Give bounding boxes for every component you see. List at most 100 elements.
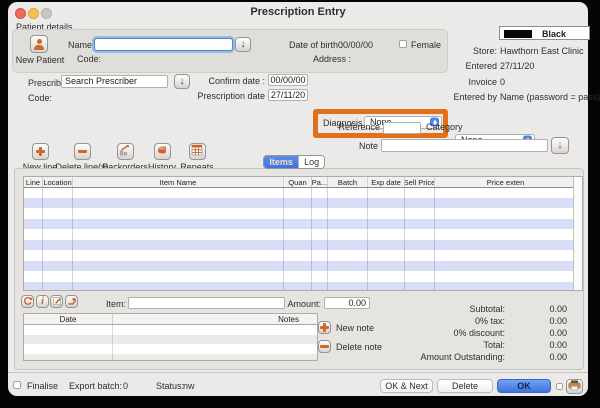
table-cell	[368, 250, 405, 261]
col-header-item-name[interactable]: Item Name	[73, 177, 284, 187]
reference-label: Reference	[308, 122, 380, 132]
down-arrow-icon: ↓	[241, 40, 246, 50]
note-row[interactable]	[24, 325, 317, 335]
prescriber-input[interactable]: Search Prescriber	[61, 75, 168, 88]
discount-value: 0.00	[507, 328, 567, 338]
table-row[interactable]	[24, 229, 574, 240]
table-row[interactable]	[24, 240, 574, 251]
finalise-label: Finalise	[27, 381, 58, 391]
table-cell	[368, 208, 405, 219]
table-row[interactable]	[24, 198, 574, 209]
note-download-button[interactable]: ↓	[551, 137, 569, 154]
note-input[interactable]	[381, 139, 548, 152]
col-header-line[interactable]: Line	[24, 177, 43, 187]
note-cell	[113, 325, 317, 335]
amount-outstanding-value: 0.00	[507, 352, 567, 362]
col-header-exp-date[interactable]: Exp date	[368, 177, 405, 187]
tax-label: 0% tax:	[380, 316, 505, 326]
col-header-location[interactable]: Location	[43, 177, 73, 187]
table-cell	[43, 282, 73, 291]
amount-input[interactable]: 0.00	[324, 297, 370, 309]
table-cell	[312, 229, 328, 240]
discount-label: 0% discount:	[380, 328, 505, 338]
table-row[interactable]	[24, 208, 574, 219]
plus-icon	[320, 323, 329, 332]
note-cell	[24, 354, 113, 362]
table-cell	[312, 261, 328, 272]
table-cell	[312, 219, 328, 230]
table-cell	[435, 250, 574, 261]
prescription-date-input[interactable]: 27/11/20	[268, 89, 308, 101]
name-label: Name	[58, 40, 92, 50]
table-cell	[368, 240, 405, 251]
patient-code-label: Code:	[77, 54, 101, 64]
dispense-button[interactable]	[65, 295, 78, 308]
color-swatch	[504, 30, 532, 38]
edit-button[interactable]	[50, 295, 63, 308]
table-cell	[43, 208, 73, 219]
note-row[interactable]	[24, 354, 317, 362]
status-value: nw	[183, 381, 195, 391]
new-line-button[interactable]	[32, 143, 49, 160]
table-cell	[368, 261, 405, 272]
table-cell	[435, 187, 574, 198]
col-header-price-exten[interactable]: Price exten	[435, 177, 576, 187]
notes-col-date[interactable]: Date	[24, 314, 113, 324]
print-button[interactable]	[566, 379, 583, 394]
item-input[interactable]	[128, 297, 285, 309]
table-cell	[312, 187, 328, 198]
table-row[interactable]	[24, 282, 574, 291]
table-cell	[73, 250, 284, 261]
table-cell	[328, 229, 368, 240]
history-button[interactable]	[154, 143, 171, 160]
tab-items[interactable]: Items	[264, 156, 298, 168]
delete-lines-button[interactable]	[74, 143, 91, 160]
table-cell	[368, 282, 405, 291]
delete-button[interactable]: Delete	[437, 379, 493, 393]
table-cell	[328, 219, 368, 230]
new-note-button[interactable]	[318, 321, 331, 334]
col-header-pack[interactable]: Pa...	[312, 177, 328, 187]
refresh-lines-button[interactable]	[21, 295, 34, 308]
table-cell	[312, 282, 328, 291]
confirm-date-input[interactable]: 00/00/00	[268, 74, 308, 86]
table-cell	[312, 240, 328, 251]
table-cell	[73, 240, 284, 251]
note-row[interactable]	[24, 335, 317, 345]
delete-note-label: Delete note	[336, 342, 382, 352]
color-select[interactable]: Black	[499, 26, 590, 40]
repeats-button[interactable]	[189, 143, 206, 160]
confirm-date-label: Confirm date :	[158, 76, 265, 86]
table-cell	[284, 250, 312, 261]
backorders-button[interactable]	[117, 143, 134, 160]
info-button[interactable]: i	[36, 295, 49, 308]
table-row[interactable]	[24, 271, 574, 282]
edit-pencil-icon	[52, 293, 62, 311]
table-cell	[435, 261, 574, 272]
address-label: Address :	[313, 54, 351, 64]
table-cell	[284, 219, 312, 230]
ok-next-button[interactable]: OK & Next	[380, 379, 433, 393]
items-table: Line Location Item Name Quan Pa... Batch…	[23, 176, 583, 291]
finalise-checkbox[interactable]	[13, 381, 21, 389]
tab-log[interactable]: Log	[298, 156, 324, 168]
new-patient-button[interactable]	[30, 35, 48, 53]
delete-note-button[interactable]	[318, 340, 331, 353]
items-table-scrollbar[interactable]	[573, 177, 582, 290]
notes-col-notes[interactable]: Notes	[113, 314, 317, 324]
table-row[interactable]	[24, 187, 574, 198]
table-row[interactable]	[24, 250, 574, 261]
table-row[interactable]	[24, 261, 574, 272]
col-header-quan[interactable]: Quan	[284, 177, 312, 187]
col-header-sell-price[interactable]: Sell Price	[405, 177, 435, 187]
reference-input[interactable]	[383, 122, 421, 134]
status-label: Status:	[156, 381, 184, 391]
table-row[interactable]	[24, 219, 574, 230]
col-header-batch[interactable]: Batch	[328, 177, 368, 187]
print-checkbox[interactable]	[556, 383, 563, 390]
note-row[interactable]	[24, 344, 317, 354]
patient-name-input[interactable]	[94, 38, 233, 51]
patient-name-lookup-button[interactable]: ↓	[235, 37, 251, 52]
table-cell	[73, 208, 284, 219]
ok-button[interactable]: OK	[497, 379, 551, 393]
